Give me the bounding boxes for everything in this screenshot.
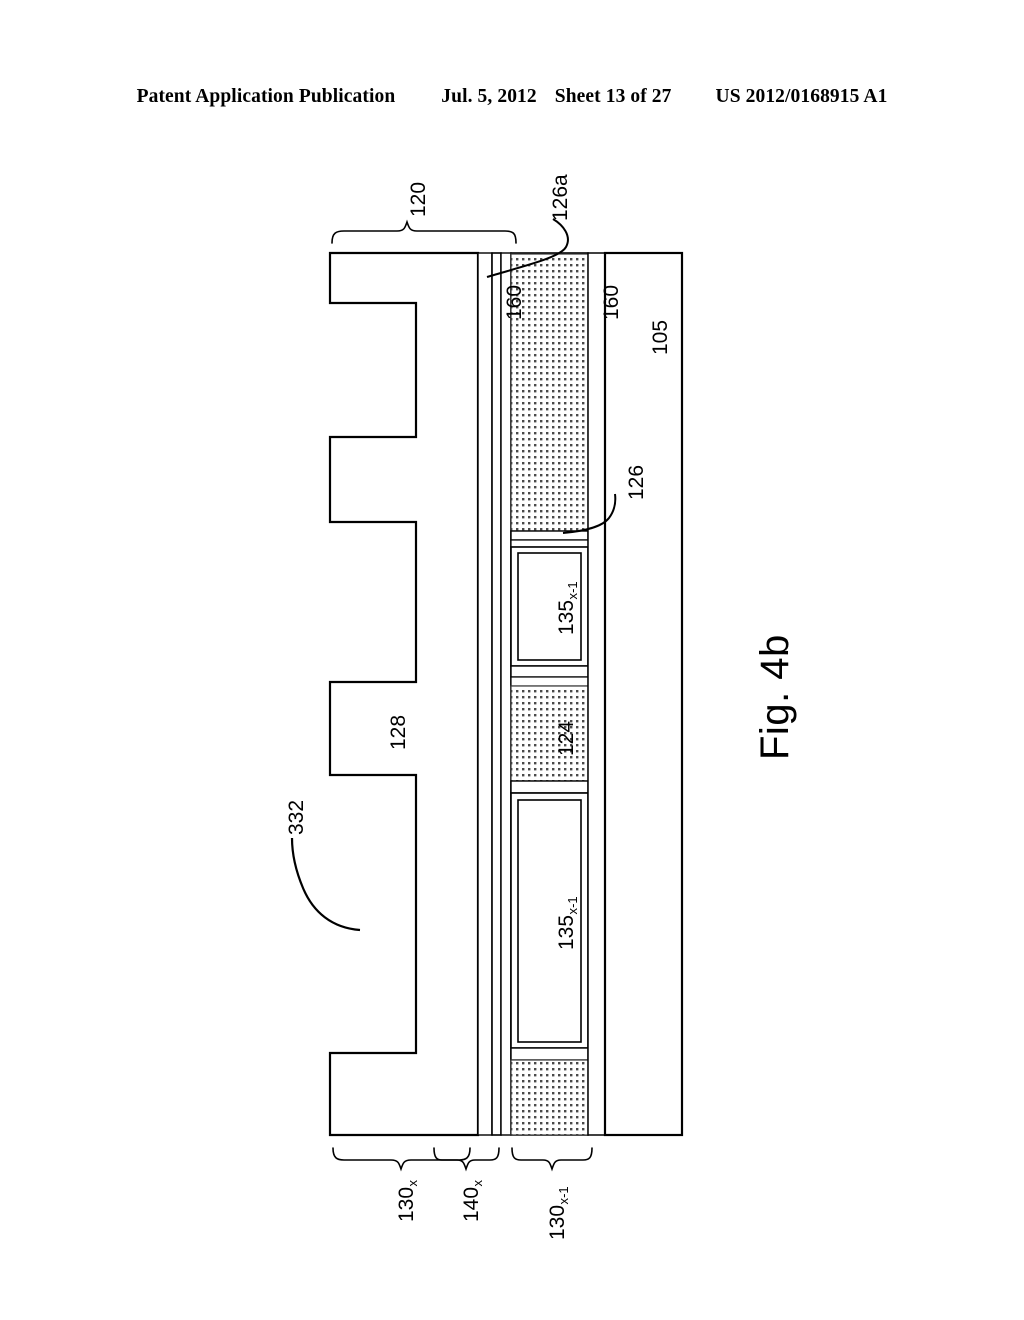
label-124: 124 xyxy=(555,720,578,756)
figure-drawing xyxy=(290,218,684,1172)
label-135-upper-subscript: x-1 xyxy=(564,581,580,600)
layer-gap-column xyxy=(477,252,493,1136)
label-160-right: 160 xyxy=(600,284,623,320)
label-135-lower: 135x-1 xyxy=(555,896,580,950)
label-126: 126 xyxy=(625,464,648,500)
label-332: 332 xyxy=(285,799,308,835)
region-130x-1-fill xyxy=(510,1059,589,1136)
label-128: 128 xyxy=(387,714,410,750)
label-105: 105 xyxy=(649,319,672,355)
label-130x-1: 130x-1 xyxy=(546,1186,571,1240)
label-120: 120 xyxy=(407,181,430,217)
layer-160-right xyxy=(587,252,606,1136)
label-130x-1-subscript: x-1 xyxy=(555,1186,571,1205)
separator-upper-2 xyxy=(510,676,589,687)
label-140x-base: 140 xyxy=(460,1186,483,1222)
leader-332 xyxy=(290,837,361,932)
label-135-upper: 135x-1 xyxy=(555,581,580,635)
label-140x-subscript: x xyxy=(469,1179,485,1187)
region-126-band-2 xyxy=(510,539,589,548)
label-160-left: 160 xyxy=(503,284,526,320)
label-135-lower-subscript: x-1 xyxy=(564,896,580,915)
patent-figure: 120 126a 160 160 105 126 135x-1 124 135x… xyxy=(0,0,1024,1320)
label-130x: 130x xyxy=(395,1179,420,1222)
brace-120 xyxy=(331,219,517,244)
separator-upper xyxy=(510,665,589,678)
label-130x-subscript: x xyxy=(404,1179,420,1187)
cell-column xyxy=(510,252,589,1136)
layer-160-left xyxy=(491,252,502,1136)
body-128-outline xyxy=(328,251,480,1137)
label-130x-1-base: 130 xyxy=(546,1204,569,1240)
label-140x: 140x xyxy=(460,1179,485,1222)
label-126a: 126a xyxy=(549,174,572,221)
layer-160-spacer xyxy=(500,252,512,1136)
separator-bottom xyxy=(510,1047,589,1061)
label-130x-base: 130 xyxy=(395,1186,418,1222)
separator-lower xyxy=(510,780,589,794)
substrate-105 xyxy=(603,251,684,1137)
figure-caption: Fig. 4b xyxy=(753,634,797,760)
brace-130x-1 xyxy=(511,1147,593,1172)
brace-130x xyxy=(332,1147,471,1172)
label-135-lower-base: 135 xyxy=(555,914,578,950)
label-135-upper-base: 135 xyxy=(555,599,578,635)
